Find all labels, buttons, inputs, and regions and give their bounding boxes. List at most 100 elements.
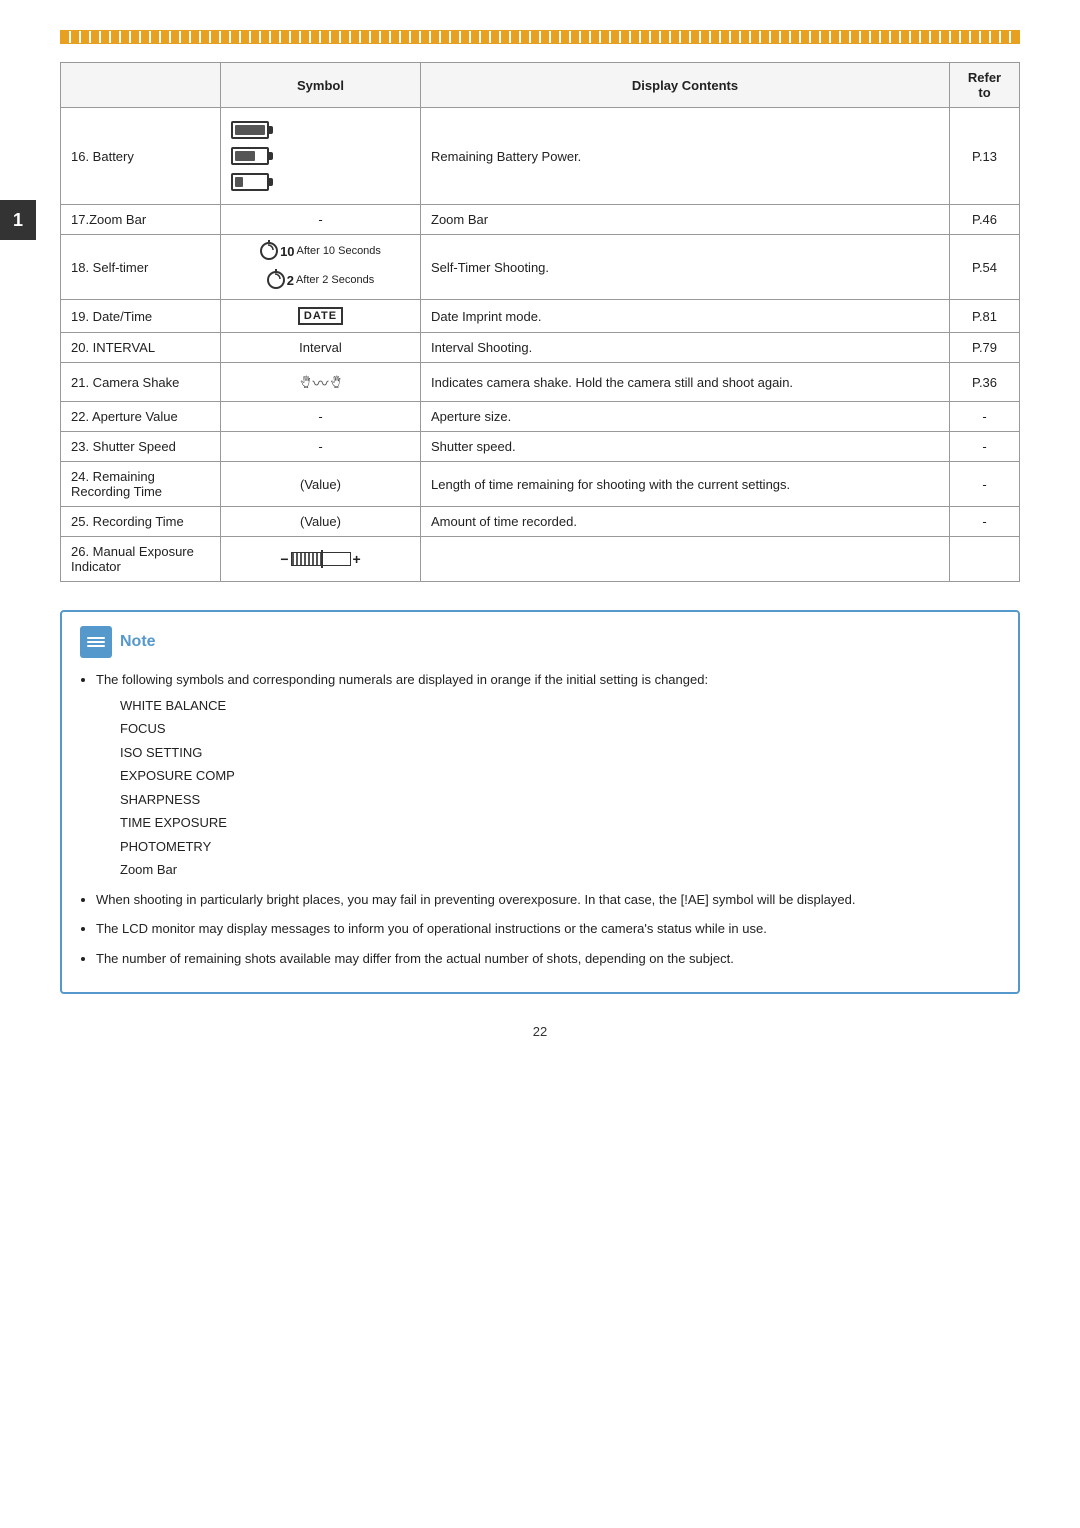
hand-right-icon: 🖐︎ bbox=[331, 374, 341, 391]
row-symbol-camera-shake: 🖐︎ 〰 🖐︎ bbox=[221, 363, 421, 402]
row-refer-shutter: - bbox=[950, 432, 1020, 462]
row-contents-interval: Interval Shooting. bbox=[421, 333, 950, 363]
row-symbol-zoom: - bbox=[221, 205, 421, 235]
table-row-camera-shake: 21. Camera Shake 🖐︎ 〰 🖐︎ Indicates camer… bbox=[61, 363, 1020, 402]
row-label-datetime: 19. Date/Time bbox=[61, 300, 221, 333]
note-bullet-1: The following symbols and corresponding … bbox=[96, 670, 1000, 880]
exp-bar-fill bbox=[292, 553, 321, 565]
note-title: Note bbox=[120, 633, 156, 651]
note-icon-box bbox=[80, 626, 112, 658]
note-line-2 bbox=[87, 641, 105, 643]
note-icon-lines bbox=[87, 637, 105, 647]
wave-icon: 〰 bbox=[312, 370, 328, 394]
row-label-zoom: 17.Zoom Bar bbox=[61, 205, 221, 235]
row-contents-remaining-rec: Length of time remaining for shooting wi… bbox=[421, 462, 950, 507]
timer-2-wrapper: 2 After 2 Seconds bbox=[231, 271, 410, 292]
table-row-remaining-rec: 24. Remaining Recording Time (Value) Len… bbox=[61, 462, 1020, 507]
note-bullet-2: When shooting in particularly bright pla… bbox=[96, 890, 1000, 910]
row-refer-interval: P.79 bbox=[950, 333, 1020, 363]
row-label-self-timer: 18. Self-timer bbox=[61, 235, 221, 300]
timer-10-wrapper: 10 After 10 Seconds bbox=[231, 242, 410, 263]
row-label-camera-shake: 21. Camera Shake bbox=[61, 363, 221, 402]
row-label-remaining-rec: 24. Remaining Recording Time bbox=[61, 462, 221, 507]
note-sub-list: WHITE BALANCE FOCUS ISO SETTING EXPOSURE… bbox=[96, 696, 1000, 880]
note-sub-item-zoom: Zoom Bar bbox=[120, 860, 1000, 880]
exp-notch-marker bbox=[321, 550, 323, 568]
row-contents-datetime: Date Imprint mode. bbox=[421, 300, 950, 333]
row-label-aperture: 22. Aperture Value bbox=[61, 402, 221, 432]
exp-bar-container bbox=[291, 552, 351, 566]
row-contents-recording-time: Amount of time recorded. bbox=[421, 507, 950, 537]
row-symbol-battery bbox=[221, 108, 421, 205]
timer-num-10: 10 bbox=[280, 244, 294, 259]
row-refer-exposure bbox=[950, 537, 1020, 582]
note-line-3 bbox=[87, 645, 105, 647]
page-wrapper: 1 Symbol Display Contents Refer to 16. B… bbox=[0, 0, 1080, 1099]
table-row-aperture: 22. Aperture Value - Aperture size. - bbox=[61, 402, 1020, 432]
timer-label-10: After 10 Seconds bbox=[297, 245, 381, 257]
table-row-recording-time: 25. Recording Time (Value) Amount of tim… bbox=[61, 507, 1020, 537]
row-refer-datetime: P.81 bbox=[950, 300, 1020, 333]
chapter-marker: 1 bbox=[0, 200, 36, 240]
page-number: 22 bbox=[60, 1024, 1020, 1039]
note-line-1 bbox=[87, 637, 105, 639]
row-refer-aperture: - bbox=[950, 402, 1020, 432]
row-contents-aperture: Aperture size. bbox=[421, 402, 950, 432]
hand-left-icon: 🖐︎ bbox=[300, 374, 310, 391]
timer-num-2: 2 bbox=[287, 273, 294, 288]
col-header-refer: Refer to bbox=[950, 63, 1020, 108]
row-symbol-datetime: DATE bbox=[221, 300, 421, 333]
battery-low-icon bbox=[231, 173, 269, 191]
row-label-interval: 20. INTERVAL bbox=[61, 333, 221, 363]
row-symbol-shutter: - bbox=[221, 432, 421, 462]
table-row-zoom: 17.Zoom Bar - Zoom Bar P.46 bbox=[61, 205, 1020, 235]
col-header-symbol: Symbol bbox=[221, 63, 421, 108]
row-contents-shutter: Shutter speed. bbox=[421, 432, 950, 462]
row-symbol-self-timer: 10 After 10 Seconds 2 After bbox=[221, 235, 421, 300]
row-contents-exposure bbox=[421, 537, 950, 582]
table-row-shutter: 23. Shutter Speed - Shutter speed. - bbox=[61, 432, 1020, 462]
row-contents-self-timer: Self-Timer Shooting. bbox=[421, 235, 950, 300]
table-row-interval: 20. INTERVAL Interval Interval Shooting.… bbox=[61, 333, 1020, 363]
main-table: Symbol Display Contents Refer to 16. Bat… bbox=[60, 62, 1020, 582]
row-symbol-recording-time: (Value) bbox=[221, 507, 421, 537]
table-row-datetime: 19. Date/Time DATE Date Imprint mode. P.… bbox=[61, 300, 1020, 333]
note-sub-item-focus: FOCUS bbox=[120, 719, 1000, 739]
battery-icons bbox=[231, 115, 410, 197]
note-sub-item-time-exp: TIME EXPOSURE bbox=[120, 813, 1000, 833]
row-symbol-aperture: - bbox=[221, 402, 421, 432]
col-header-item bbox=[61, 63, 221, 108]
battery-fill-full bbox=[235, 125, 265, 135]
shake-icon: 🖐︎ 〰 🖐︎ bbox=[300, 370, 341, 394]
note-content: The following symbols and corresponding … bbox=[80, 670, 1000, 968]
row-refer-battery: P.13 bbox=[950, 108, 1020, 205]
row-label-exposure: 26. Manual Exposure Indicator bbox=[61, 537, 221, 582]
row-symbol-exposure: − + bbox=[221, 537, 421, 582]
row-symbol-interval: Interval bbox=[221, 333, 421, 363]
battery-full-icon bbox=[231, 121, 269, 139]
note-header: Note bbox=[80, 626, 1000, 658]
exposure-indicator: − + bbox=[280, 551, 360, 567]
timer-2-icon: 2 After 2 Seconds bbox=[267, 271, 375, 289]
top-decorative-border bbox=[60, 30, 1020, 44]
exp-minus-icon: − bbox=[280, 551, 288, 567]
note-sub-item-sharpness: SHARPNESS bbox=[120, 790, 1000, 810]
row-contents-zoom: Zoom Bar bbox=[421, 205, 950, 235]
row-label-battery: 16. Battery bbox=[61, 108, 221, 205]
timer-circle-10 bbox=[260, 242, 278, 260]
timer-svg-2 bbox=[269, 273, 281, 285]
timer-svg-10 bbox=[262, 244, 274, 256]
battery-fill-half bbox=[235, 151, 255, 161]
row-refer-remaining-rec: - bbox=[950, 462, 1020, 507]
row-contents-battery: Remaining Battery Power. bbox=[421, 108, 950, 205]
note-sub-item-iso: ISO SETTING bbox=[120, 743, 1000, 763]
row-symbol-remaining-rec: (Value) bbox=[221, 462, 421, 507]
timer-10-icon: 10 After 10 Seconds bbox=[260, 242, 381, 260]
note-bullet-list: The following symbols and corresponding … bbox=[80, 670, 1000, 968]
table-row-battery: 16. Battery Remaining Battery bbox=[61, 108, 1020, 205]
battery-fill-low bbox=[235, 177, 243, 187]
row-refer-zoom: P.46 bbox=[950, 205, 1020, 235]
row-label-shutter: 23. Shutter Speed bbox=[61, 432, 221, 462]
table-row-exposure: 26. Manual Exposure Indicator − + bbox=[61, 537, 1020, 582]
date-box-icon: DATE bbox=[298, 307, 343, 325]
